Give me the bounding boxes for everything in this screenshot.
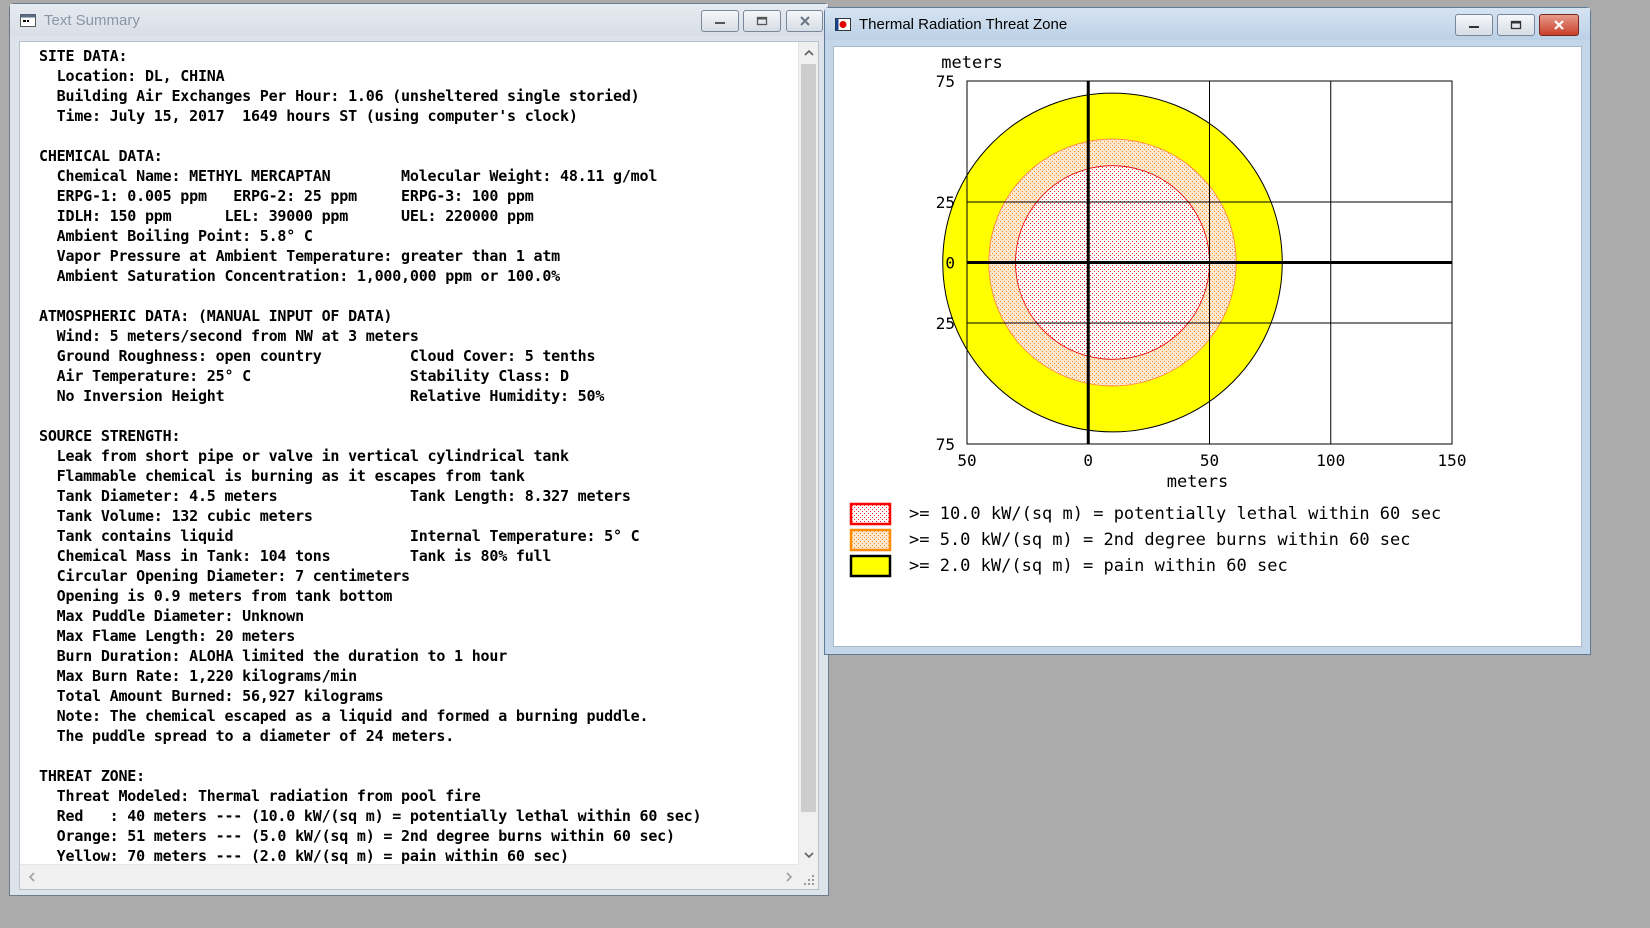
- maximize-icon: [1510, 20, 1522, 30]
- summary-line: [39, 406, 800, 426]
- summary-line: Red : 40 meters --- (10.0 kW/(sq m) = po…: [39, 807, 702, 825]
- threat-zone-window: Thermal Radiation Threat Zone 75 25 0 25…: [824, 7, 1591, 655]
- summary-line: Max Puddle Diameter: Unknown: [39, 607, 304, 625]
- scroll-up-button[interactable]: [799, 42, 818, 62]
- summary-line: Wind: 5 meters/second from NW at 3 meter…: [39, 327, 419, 345]
- legend-swatch: [849, 554, 892, 578]
- aloha-app-icon: [835, 18, 851, 31]
- summary-line: SITE DATA:: [39, 47, 128, 65]
- summary-line: Building Air Exchanges Per Hour: 1.06 (u…: [39, 87, 640, 105]
- chevron-up-icon: [803, 49, 814, 56]
- summary-line: Chemical Name: METHYL MERCAPTAN Molecula…: [39, 167, 658, 185]
- horizontal-scrollbar[interactable]: [20, 864, 800, 889]
- chevron-right-icon: [785, 872, 792, 882]
- legend-label: >= 5.0 kW/(sq m) = 2nd degree burns with…: [909, 530, 1411, 550]
- minimize-button[interactable]: [1455, 14, 1493, 36]
- summary-line: Tank contains liquid Internal Temperatur…: [39, 527, 640, 545]
- y-tick-label: 0: [945, 254, 955, 273]
- summary-line: Ambient Saturation Concentration: 1,000,…: [39, 267, 561, 285]
- summary-line: Flammable chemical is burning as it esca…: [39, 467, 525, 485]
- x-tick-label: 150: [1438, 451, 1467, 470]
- y-tick-label: 75: [936, 72, 955, 91]
- summary-line: ERPG-1: 0.005 ppm ERPG-2: 25 ppm ERPG-3:…: [39, 187, 534, 205]
- x-tick-label: 100: [1316, 451, 1345, 470]
- maximize-button[interactable]: [743, 10, 781, 32]
- summary-line: Leak from short pipe or valve in vertica…: [39, 447, 569, 465]
- summary-line: Location: DL, CHINA: [39, 67, 225, 85]
- summary-line: Max Burn Rate: 1,220 kilograms/min: [39, 667, 357, 685]
- x-tick-label: 50: [1200, 451, 1219, 470]
- text-summary-titlebar[interactable]: Text Summary: [10, 4, 828, 36]
- y-tick-label: 25: [936, 193, 955, 212]
- summary-line: No Inversion Height Relative Humidity: 5…: [39, 387, 605, 405]
- close-icon: [799, 16, 810, 26]
- scroll-down-button[interactable]: [799, 845, 818, 865]
- x-tick-label: 50: [957, 451, 976, 470]
- scroll-thumb[interactable]: [801, 64, 816, 812]
- summary-line: Burn Duration: ALOHA limited the duratio…: [39, 647, 508, 665]
- summary-line: IDLH: 150 ppm LEL: 39000 ppm UEL: 220000…: [39, 207, 534, 225]
- summary-line: Circular Opening Diameter: 7 centimeters: [39, 567, 410, 585]
- window-title: Thermal Radiation Threat Zone: [859, 16, 1068, 33]
- summary-line: Vapor Pressure at Ambient Temperature: g…: [39, 247, 561, 265]
- summary-line: [39, 126, 800, 146]
- maximize-button[interactable]: [1497, 14, 1535, 36]
- chevron-left-icon: [28, 872, 35, 882]
- text-summary-window: Text Summary SITE DATA: Location: DL, CH…: [9, 3, 829, 896]
- window-title: Text Summary: [44, 12, 140, 29]
- summary-line: [39, 286, 800, 306]
- summary-line: CHEMICAL DATA:: [39, 147, 163, 165]
- size-grip[interactable]: [798, 864, 818, 889]
- summary-line: THREAT ZONE:: [39, 767, 145, 785]
- summary-line: Chemical Mass in Tank: 104 tons Tank is …: [39, 547, 552, 565]
- text-summary-body: SITE DATA: Location: DL, CHINA Building …: [19, 41, 819, 890]
- summary-line: The puddle spread to a diameter of 24 me…: [39, 727, 455, 745]
- summary-content[interactable]: SITE DATA: Location: DL, CHINA Building …: [20, 42, 800, 865]
- summary-line: Orange: 51 meters --- (5.0 kW/(sq m) = 2…: [39, 827, 675, 845]
- summary-line: Note: The chemical escaped as a liquid a…: [39, 707, 649, 725]
- legend-swatch: [849, 502, 892, 526]
- minimize-icon: [715, 22, 725, 24]
- chevron-down-icon: [803, 851, 814, 858]
- summary-line: Max Flame Length: 20 meters: [39, 627, 296, 645]
- close-button[interactable]: [1539, 14, 1579, 36]
- legend-label: >= 10.0 kW/(sq m) = potentially lethal w…: [909, 504, 1441, 524]
- summary-text: SITE DATA: Location: DL, CHINA Building …: [39, 46, 800, 865]
- summary-line: Ground Roughness: open country Cloud Cov…: [39, 347, 596, 365]
- y-tick-label: 75: [936, 435, 955, 454]
- summary-line: ATMOSPHERIC DATA: (MANUAL INPUT OF DATA): [39, 307, 393, 325]
- summary-line: Tank Volume: 132 cubic meters: [39, 507, 313, 525]
- threat-zone-chart: 75250257550 0 50 100 150metersmeters>= 10.0 …: [849, 53, 1467, 578]
- scroll-left-button[interactable]: [22, 868, 40, 886]
- x-tick-label: 0: [1083, 451, 1093, 470]
- legend-swatch: [849, 528, 892, 552]
- summary-line: Time: July 15, 2017 1649 hours ST (using…: [39, 107, 578, 125]
- summary-line: Ambient Boiling Point: 5.8° C: [39, 227, 313, 245]
- minimize-icon: [1469, 26, 1479, 28]
- summary-line: Opening is 0.9 meters from tank bottom: [39, 587, 393, 605]
- threat-zone-plot-area: 75 25 0 25 75 50 0 50 100 150 meters meters >= 10.0 …: [833, 46, 1582, 647]
- legend-label: >= 2.0 kW/(sq m) = pain within 60 sec: [909, 556, 1288, 576]
- summary-line: Yellow: 70 meters --- (2.0 kW/(sq m) = p…: [39, 847, 569, 865]
- threat-zone-titlebar[interactable]: Thermal Radiation Threat Zone: [825, 8, 1590, 40]
- resize-grip-icon: [804, 875, 814, 885]
- summary-line: Total Amount Burned: 56,927 kilograms: [39, 687, 384, 705]
- maximize-icon: [756, 16, 768, 26]
- vertical-scrollbar[interactable]: [798, 42, 818, 865]
- summary-line: [39, 746, 800, 766]
- x-axis-label: meters: [1167, 472, 1228, 492]
- y-axis-label: meters: [941, 53, 1002, 73]
- document-icon: [20, 14, 36, 27]
- y-tick-label: 25: [936, 314, 955, 333]
- summary-line: SOURCE STRENGTH:: [39, 427, 181, 445]
- scroll-right-button[interactable]: [780, 868, 798, 886]
- close-icon: [1554, 20, 1564, 30]
- summary-line: Threat Modeled: Thermal radiation from p…: [39, 787, 481, 805]
- close-button[interactable]: [786, 10, 823, 32]
- summary-line: Tank Diameter: 4.5 meters Tank Length: 8…: [39, 487, 631, 505]
- summary-line: Air Temperature: 25° C Stability Class: …: [39, 367, 569, 385]
- minimize-button[interactable]: [701, 10, 739, 32]
